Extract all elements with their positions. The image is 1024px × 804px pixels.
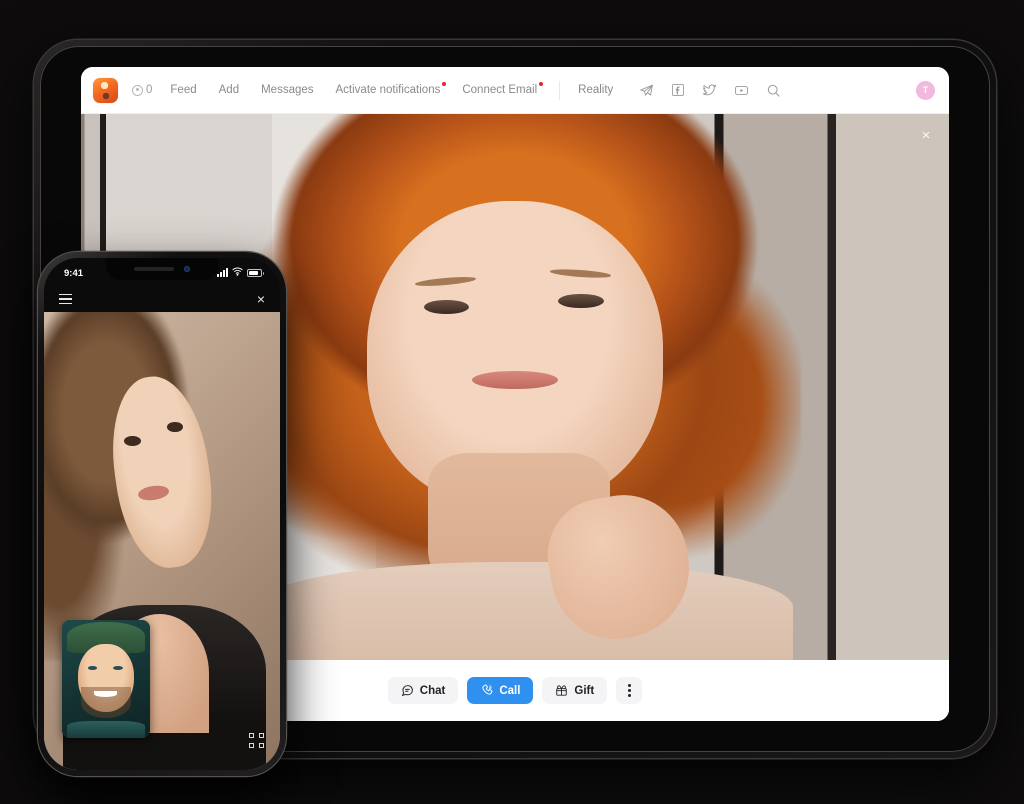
phone-screen: 9:41 × [44,258,280,770]
photo-lips [471,370,559,390]
notification-badge-dot [442,82,447,86]
video-eye-left [124,435,141,446]
pip-eye-right [113,666,123,671]
twitter-icon[interactable] [702,83,717,98]
facebook-icon[interactable] [671,83,685,97]
hamburger-menu-icon[interactable] [59,293,72,305]
chat-bubble-icon [401,684,414,697]
chat-button-label: Chat [419,684,446,697]
close-icon[interactable]: × [917,126,935,144]
gift-button[interactable]: Gift [542,677,608,704]
coin-balance[interactable]: 0 [132,84,152,96]
avatar[interactable]: T [916,80,935,100]
phone-close-icon[interactable]: × [257,292,265,306]
pip-shirt [67,721,145,738]
pip-eye-left [87,666,98,671]
pip-smile [93,690,117,697]
earpiece-speaker [134,267,174,271]
coin-icon [132,84,143,96]
navbar-divider [559,80,561,100]
navbar-social-icons [639,83,781,98]
wifi-icon [232,267,243,279]
navbar: 0 Feed Add Messages Activate notificatio… [81,67,949,114]
chat-button[interactable]: Chat [387,677,459,704]
avatar-initial: T [922,85,929,95]
nav-link-feed-label: Feed [170,84,197,96]
fullscreen-expand-icon[interactable] [249,733,264,748]
self-view-pip[interactable] [62,620,150,738]
more-options-button[interactable] [616,677,643,704]
nav-link-connect-email[interactable]: Connect Email [462,82,544,96]
nav-link-activate-notifications-label: Activate notifications [335,84,441,96]
nav-link-reality[interactable]: Reality [578,84,613,96]
nav-link-messages-label: Messages [261,84,314,96]
nav-link-messages[interactable]: Messages [261,84,313,96]
nav-link-add[interactable]: Add [219,84,239,96]
nav-link-reality-label: Reality [578,84,614,96]
video-eye-right [166,421,184,432]
status-time: 9:41 [64,267,84,279]
nav-link-activate-notifications[interactable]: Activate notifications [335,82,447,96]
video-call-stream[interactable] [44,312,280,770]
app-logo[interactable] [93,77,118,103]
phone-topbar: × [44,286,280,312]
phone-call-icon [480,684,493,697]
call-button[interactable]: Call [467,677,534,704]
status-indicators [217,267,264,279]
nav-link-connect-email-label: Connect Email [462,84,538,96]
more-vertical-icon [627,683,631,698]
phone-device: 9:41 × [38,252,286,776]
phone-notch [106,258,218,280]
search-icon[interactable] [766,83,781,98]
gift-button-label: Gift [574,684,595,697]
gift-box-icon [555,684,568,697]
youtube-icon[interactable] [734,83,749,98]
photo-eye-left [423,299,469,314]
email-badge-dot [539,82,544,86]
photo-shirt [254,561,793,660]
coin-count: 0 [146,84,153,96]
battery-icon [247,269,264,277]
cellular-signal-icon [217,268,228,277]
call-button-label: Call [499,684,521,697]
telegram-icon[interactable] [639,83,654,98]
nav-link-feed[interactable]: Feed [170,84,196,96]
front-camera-icon [184,266,190,272]
nav-link-add-label: Add [218,84,240,96]
screenshot-stage: 0 Feed Add Messages Activate notificatio… [0,0,1024,804]
